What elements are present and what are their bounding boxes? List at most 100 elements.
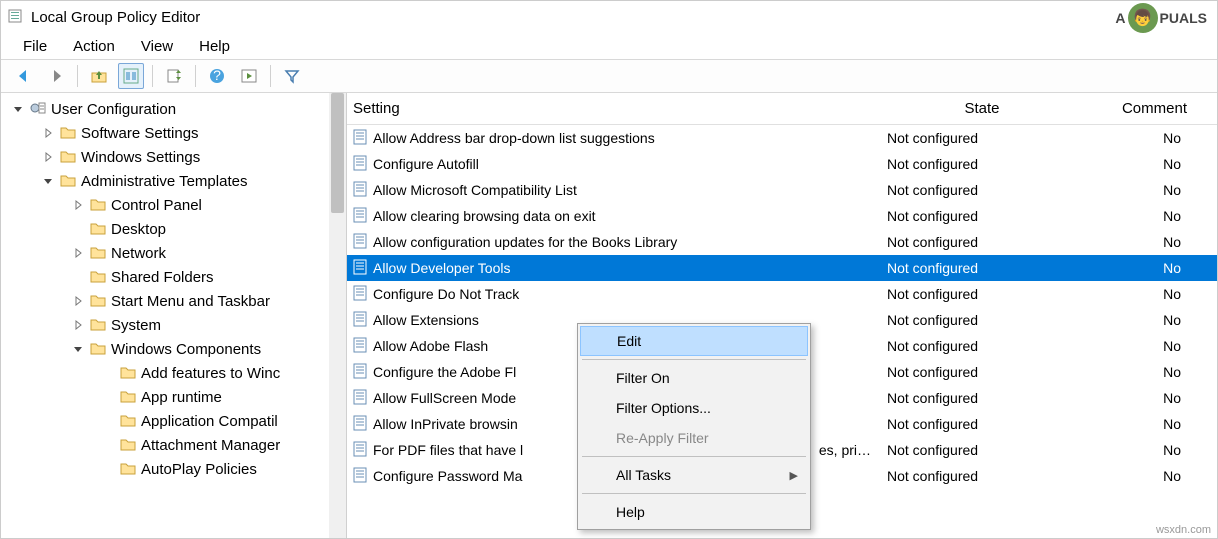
policy-state: Not configured: [877, 234, 1087, 250]
chevron-right-icon[interactable]: [71, 200, 85, 210]
chevron-right-icon[interactable]: [71, 296, 85, 306]
tree-item[interactable]: App runtime: [1, 385, 346, 409]
tree-item[interactable]: Attachment Manager: [1, 433, 346, 457]
export-button[interactable]: [161, 63, 187, 89]
tree-item[interactable]: Windows Settings: [1, 145, 346, 169]
tree-item[interactable]: Start Menu and Taskbar: [1, 289, 346, 313]
tree-scrollbar[interactable]: ▴: [329, 93, 346, 538]
context-menu-item[interactable]: All Tasks▶: [580, 460, 808, 490]
tree-item-label: Windows Components: [111, 341, 261, 358]
policy-name: Allow InPrivate browsin: [373, 416, 518, 432]
context-menu-separator: [582, 493, 806, 494]
folder-icon: [89, 219, 107, 240]
folder-icon: [89, 339, 107, 360]
policy-comment: No: [1087, 442, 1217, 458]
column-header-comment[interactable]: Comment: [1087, 100, 1217, 117]
column-header-state[interactable]: State: [877, 100, 1087, 117]
tree-item[interactable]: Desktop: [1, 217, 346, 241]
policy-name: Configure the Adobe Fl: [373, 364, 516, 380]
policy-name: Allow Extensions: [373, 312, 479, 328]
tree-item[interactable]: Shared Folders: [1, 265, 346, 289]
chevron-down-icon[interactable]: [41, 176, 55, 186]
tree-item-label: Attachment Manager: [141, 437, 280, 454]
policy-state: Not configured: [877, 156, 1087, 172]
policy-comment: No: [1087, 468, 1217, 484]
context-menu-item[interactable]: Edit: [580, 326, 808, 356]
policy-state: Not configured: [877, 364, 1087, 380]
filter-button[interactable]: [279, 63, 305, 89]
chevron-right-icon[interactable]: [41, 128, 55, 138]
tree-item[interactable]: User Configuration: [1, 97, 346, 121]
policy-icon: [351, 310, 369, 331]
context-menu-item[interactable]: Help: [580, 497, 808, 527]
tree-item-label: Shared Folders: [111, 269, 214, 286]
tree-item[interactable]: Application Compatil: [1, 409, 346, 433]
policy-comment: No: [1087, 390, 1217, 406]
context-menu-separator: [582, 359, 806, 360]
scroll-thumb[interactable]: [331, 93, 344, 213]
policy-state: Not configured: [877, 208, 1087, 224]
policy-state: Not configured: [877, 260, 1087, 276]
policy-state: Not configured: [877, 338, 1087, 354]
context-menu-item: Re-Apply Filter: [580, 423, 808, 453]
tree-item-label: AutoPlay Policies: [141, 461, 257, 478]
up-folder-button[interactable]: [86, 63, 112, 89]
folder-icon: [59, 147, 77, 168]
help-button[interactable]: ?: [204, 63, 230, 89]
chevron-right-icon[interactable]: [71, 248, 85, 258]
context-menu-item[interactable]: Filter Options...: [580, 393, 808, 423]
forward-button[interactable]: [43, 63, 69, 89]
policy-row[interactable]: Allow configuration updates for the Book…: [347, 229, 1217, 255]
back-button[interactable]: [11, 63, 37, 89]
chevron-down-icon[interactable]: [11, 104, 25, 114]
tree-pane: User ConfigurationSoftware SettingsWindo…: [1, 93, 347, 538]
context-menu-label: Help: [616, 504, 645, 520]
policy-name-tail: es, pri…: [819, 442, 877, 458]
folder-icon: [119, 363, 137, 384]
tree-item-label: Application Compatil: [141, 413, 278, 430]
tree-item[interactable]: Windows Components: [1, 337, 346, 361]
tree-item[interactable]: Administrative Templates: [1, 169, 346, 193]
run-button[interactable]: [236, 63, 262, 89]
toolbar-separator: [77, 65, 78, 87]
tree-item[interactable]: Control Panel: [1, 193, 346, 217]
toolbar: ?: [1, 59, 1217, 93]
toolbar-separator: [195, 65, 196, 87]
menu-view[interactable]: View: [141, 38, 173, 55]
policy-state: Not configured: [877, 468, 1087, 484]
menu-help[interactable]: Help: [199, 38, 230, 55]
chevron-down-icon[interactable]: [71, 344, 85, 354]
policy-name: Configure Do Not Track: [373, 286, 519, 302]
chevron-right-icon[interactable]: [71, 320, 85, 330]
tree-item[interactable]: Network: [1, 241, 346, 265]
policy-name: Allow Address bar drop-down list suggest…: [373, 130, 655, 146]
tree-item[interactable]: System: [1, 313, 346, 337]
properties-button[interactable]: [118, 63, 144, 89]
policy-row[interactable]: Allow Microsoft Compatibility ListNot co…: [347, 177, 1217, 203]
folder-icon: [89, 315, 107, 336]
menu-action[interactable]: Action: [73, 38, 115, 55]
tree-item-label: Start Menu and Taskbar: [111, 293, 270, 310]
policy-name: Allow configuration updates for the Book…: [373, 234, 677, 250]
policy-icon: [351, 414, 369, 435]
toolbar-separator: [270, 65, 271, 87]
chevron-right-icon[interactable]: [41, 152, 55, 162]
watermark-pre: A: [1115, 10, 1125, 26]
policy-row[interactable]: Configure Do Not TrackNot configuredNo: [347, 281, 1217, 307]
policy-row[interactable]: Allow Developer ToolsNot configuredNo: [347, 255, 1217, 281]
column-header-setting[interactable]: Setting: [347, 100, 877, 117]
policy-row[interactable]: Configure AutofillNot configuredNo: [347, 151, 1217, 177]
policy-state: Not configured: [877, 130, 1087, 146]
policy-icon: [351, 154, 369, 175]
tree-item[interactable]: Software Settings: [1, 121, 346, 145]
tree-item-label: Add features to Winc: [141, 365, 280, 382]
policy-row[interactable]: Allow clearing browsing data on exitNot …: [347, 203, 1217, 229]
policy-name: Allow FullScreen Mode: [373, 390, 516, 406]
folder-icon: [119, 459, 137, 480]
tree-item[interactable]: Add features to Winc: [1, 361, 346, 385]
tree-item[interactable]: AutoPlay Policies: [1, 457, 346, 481]
menu-file[interactable]: File: [23, 38, 47, 55]
policy-row[interactable]: Allow Address bar drop-down list suggest…: [347, 125, 1217, 151]
context-menu-item[interactable]: Filter On: [580, 363, 808, 393]
context-menu-label: Re-Apply Filter: [616, 430, 709, 446]
